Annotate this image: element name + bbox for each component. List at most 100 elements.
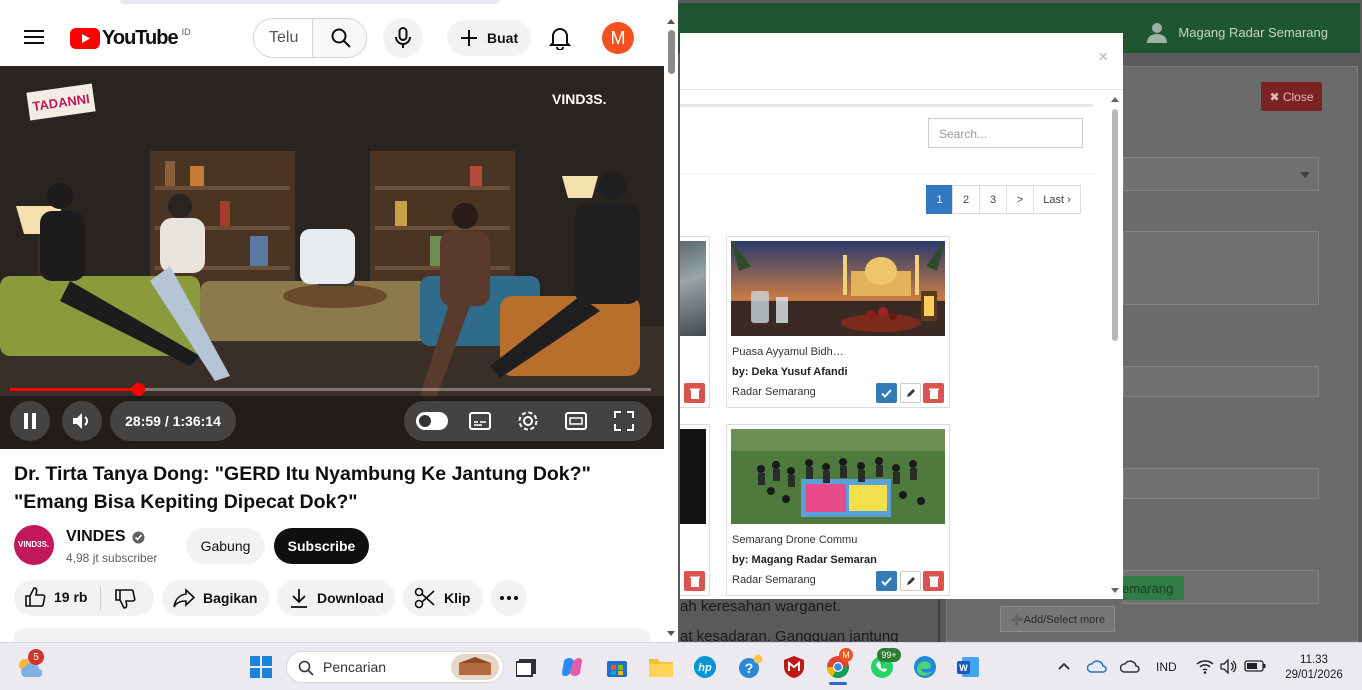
next-page-button[interactable]: > [1006, 185, 1034, 214]
create-button[interactable]: Buat [447, 20, 531, 56]
voice-search-button[interactable] [383, 18, 423, 58]
subscribe-button[interactable]: Subscribe [274, 528, 369, 564]
clock[interactable]: 11.33 29/01/2026 [1282, 653, 1346, 683]
subtitles-icon[interactable] [469, 411, 491, 431]
delete-button[interactable] [923, 383, 944, 403]
more-horizontal-icon [500, 596, 518, 600]
edit-button[interactable] [900, 383, 921, 403]
channel-watermark: VIND3S. [552, 91, 607, 107]
fullscreen-icon[interactable] [613, 410, 635, 432]
volume-button[interactable] [62, 401, 102, 441]
cloud-icon[interactable] [1120, 659, 1140, 673]
wifi-icon[interactable] [1196, 659, 1214, 674]
weather-widget[interactable]: 5 [14, 649, 44, 682]
pencil-icon [906, 577, 915, 585]
like-button[interactable]: 19 rb [24, 586, 87, 608]
delete-button[interactable] [684, 571, 705, 591]
media-card[interactable]: Semarang Drone Commu by: Magang Radar Se… [726, 424, 950, 596]
copilot-button[interactable] [557, 652, 587, 682]
textarea-field[interactable] [1123, 231, 1319, 305]
modal-scrollbar[interactable] [1110, 93, 1120, 598]
add-select-more-button[interactable]: ➕Add/Select more [1000, 606, 1115, 632]
file-explorer-button[interactable] [646, 652, 676, 682]
modal-close-icon[interactable]: × [1098, 47, 1108, 67]
close-button[interactable]: ✖ Close [1261, 82, 1322, 111]
channel-avatar-text: VIND3S. [18, 540, 50, 549]
share-button[interactable]: Bagikan [162, 580, 269, 616]
search-box[interactable] [253, 18, 367, 58]
notification-bell-icon[interactable] [549, 26, 571, 50]
settings-gear-icon[interactable] [517, 410, 539, 432]
svg-text:?: ? [745, 660, 754, 676]
scroll-up-icon[interactable] [666, 18, 676, 25]
delete-button[interactable] [923, 571, 944, 591]
edge-button[interactable] [910, 652, 940, 682]
chrome-button[interactable]: M [823, 648, 853, 685]
search-input[interactable]: Search... [928, 118, 1083, 148]
mcafee-button[interactable] [779, 652, 809, 682]
last-page-button[interactable]: Last › [1033, 185, 1081, 214]
user-menu[interactable]: Magang Radar Semarang [1146, 21, 1328, 43]
scrollbar-thumb[interactable] [1112, 109, 1118, 341]
progress-bar[interactable] [10, 383, 651, 396]
download-button[interactable]: Download [277, 580, 395, 616]
onedrive-sync-icon[interactable] [1087, 659, 1107, 673]
more-actions-button[interactable] [491, 580, 527, 616]
microphone-icon [395, 27, 411, 48]
chevron-up-icon[interactable] [1058, 662, 1070, 670]
select-field[interactable] [1123, 157, 1319, 191]
autoplay-toggle[interactable] [416, 412, 448, 430]
trash-icon [689, 576, 700, 587]
speaker-icon[interactable] [1220, 659, 1238, 674]
user-name: Magang Radar Semarang [1178, 24, 1328, 40]
page-1-button[interactable]: 1 [926, 185, 953, 214]
pencil-icon [906, 389, 915, 397]
whatsapp-button[interactable]: 99+ [867, 648, 901, 682]
page-scrollbar[interactable] [664, 10, 678, 642]
channel-avatar[interactable]: VIND3S. [14, 525, 54, 565]
scroll-down-icon[interactable] [666, 630, 676, 637]
theater-mode-icon[interactable] [565, 411, 587, 431]
text-field[interactable] [1123, 366, 1319, 397]
page-2-button[interactable]: 2 [952, 185, 980, 214]
account-avatar[interactable]: M [602, 22, 634, 54]
store-button[interactable] [602, 652, 632, 682]
store-icon [607, 661, 627, 677]
join-button[interactable]: Gabung [186, 528, 265, 564]
media-card[interactable]: Puasa Ayyamul Bidh… by: Deka Yusuf Afand… [726, 236, 950, 408]
scrollbar-thumb[interactable] [668, 30, 675, 74]
taskbar-search[interactable]: Pencarian [286, 651, 504, 683]
select-button[interactable] [876, 571, 897, 591]
task-view-button[interactable] [512, 652, 542, 682]
language-indicator[interactable]: IND [1156, 660, 1177, 674]
video-player[interactable]: TADANNI VIND3S. 28:59 / 1:36:14 [0, 66, 664, 449]
chevron-down-icon [1300, 172, 1310, 178]
pause-button[interactable] [10, 401, 50, 441]
thumbs-down-icon[interactable] [114, 588, 136, 610]
clip-button[interactable]: Klip [403, 580, 483, 616]
word-button[interactable]: W [953, 652, 983, 682]
text-field[interactable] [1123, 468, 1319, 499]
youtube-logo[interactable]: YouTube ID [70, 27, 191, 50]
menu-icon[interactable] [24, 29, 44, 45]
search-button[interactable] [312, 19, 366, 57]
description-box[interactable] [14, 628, 650, 642]
search-input[interactable] [254, 19, 314, 57]
delete-button[interactable] [684, 383, 705, 403]
channel-name-row[interactable]: VINDES [66, 528, 145, 546]
media-card-partial[interactable] [680, 236, 710, 408]
media-card-partial[interactable] [680, 424, 710, 596]
edit-button[interactable] [900, 571, 921, 591]
edge-icon [914, 656, 936, 678]
start-button[interactable] [246, 652, 276, 682]
scroll-down-icon[interactable] [1110, 587, 1120, 595]
select-button[interactable] [876, 383, 897, 403]
article-text-line: ah keresahan warganet. [680, 598, 841, 615]
help-app-button[interactable]: ? [735, 652, 765, 682]
hp-app-button[interactable]: hp [690, 652, 720, 682]
page-3-button[interactable]: 3 [979, 185, 1007, 214]
channel-name[interactable]: VINDES [66, 528, 126, 546]
logo-text: YouTube [102, 27, 179, 49]
battery-icon[interactable] [1244, 660, 1266, 672]
scroll-up-icon[interactable] [1110, 95, 1120, 103]
